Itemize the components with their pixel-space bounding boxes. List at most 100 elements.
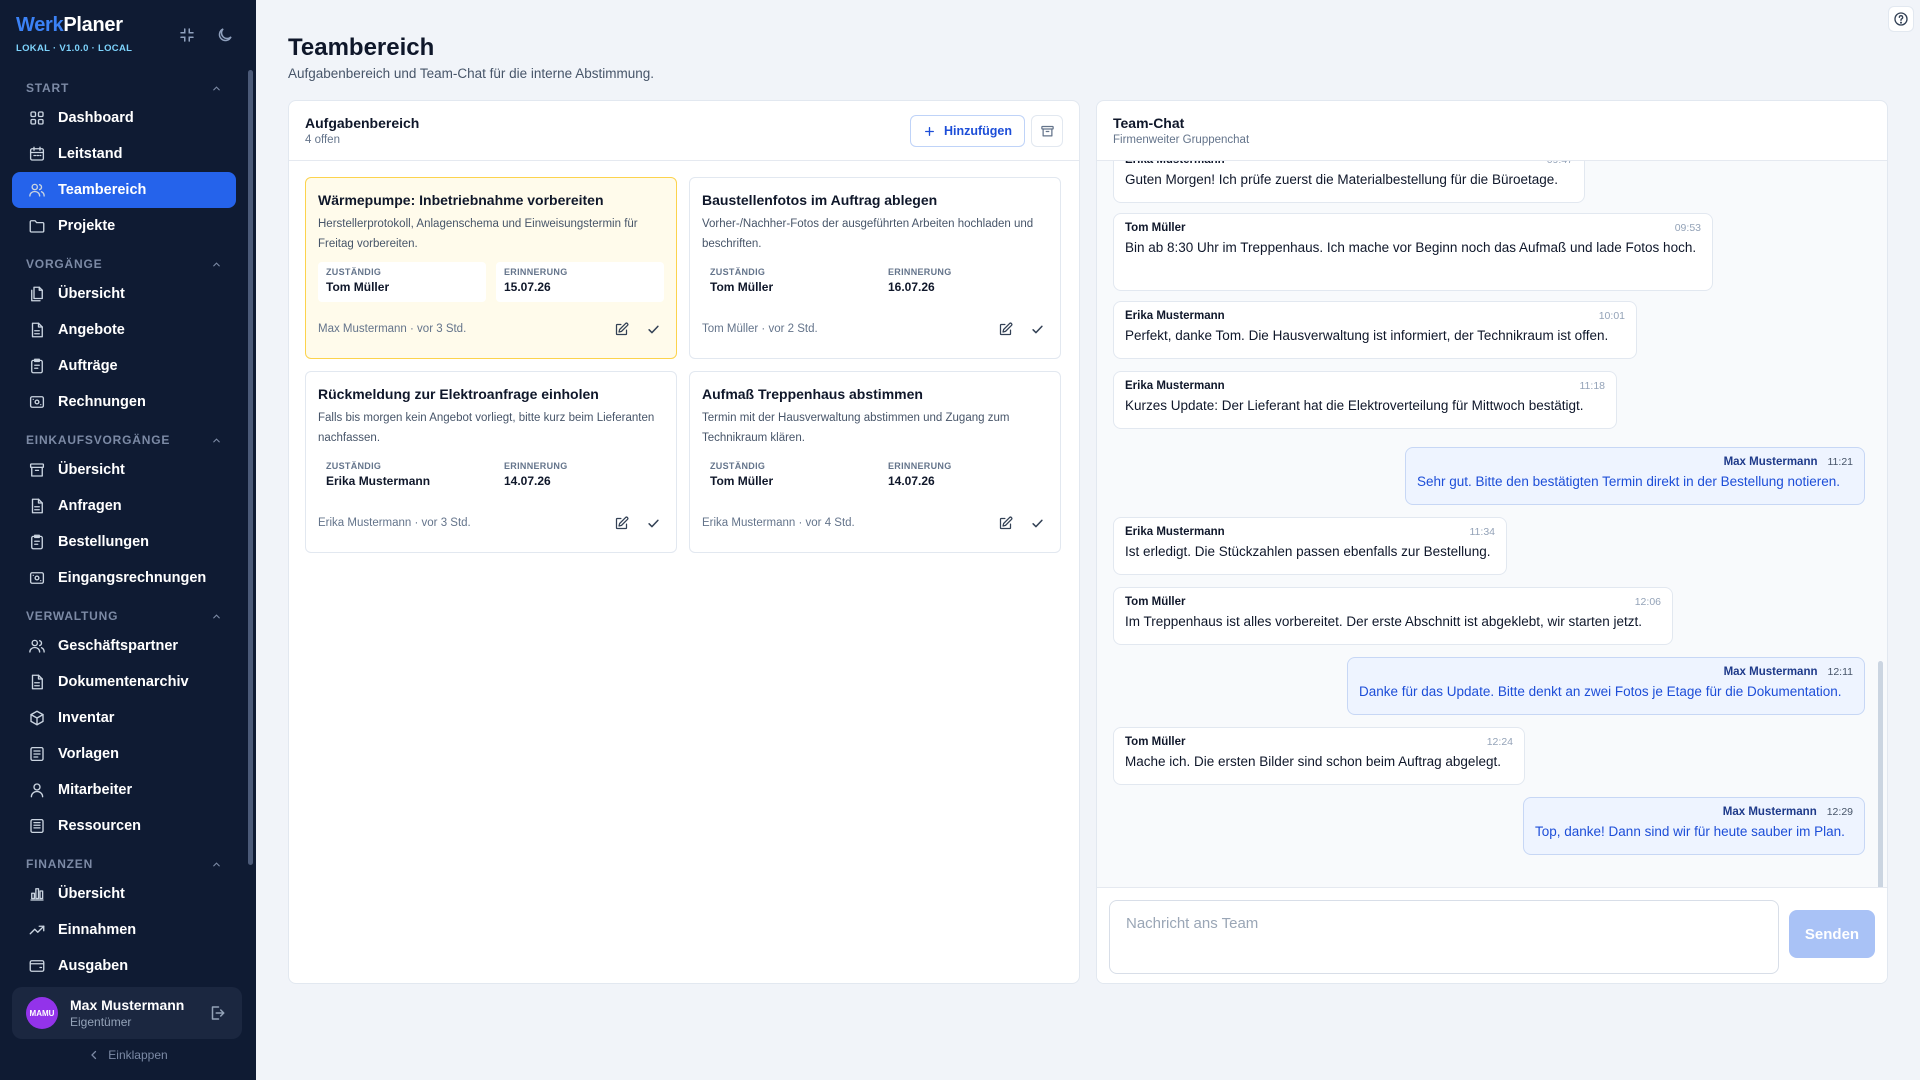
archive-button[interactable] [1031, 115, 1063, 147]
brand-logo[interactable]: WerkPlaner LOKAL · V1.0.0 · LOCAL [16, 14, 132, 54]
message-header: Erika Mustermann 10:01 [1125, 310, 1625, 322]
chat-message-input[interactable] [1109, 900, 1779, 974]
sidebar-item-ausgaben[interactable]: Ausgaben [12, 948, 236, 984]
chat-message-list[interactable]: Erika Mustermann 09:47 Guten Morgen! Ich p… [1097, 161, 1887, 887]
nav-section-title[interactable]: EINKAUFSVORGÄNGE [12, 428, 236, 452]
sidebar-item-label: Teambereich [58, 182, 147, 198]
sidebar-item-label: Geschäftspartner [58, 638, 179, 654]
add-task-button[interactable]: Hinzufügen [909, 115, 1025, 147]
user-name: Max Mustermann [70, 997, 185, 1013]
sidebar-item-eingangsrechnungen[interactable]: Eingangsrechnungen [12, 560, 236, 596]
sidebar-item-uebersicht[interactable]: Übersicht [12, 876, 236, 912]
clipboard-icon [28, 533, 46, 551]
chat-message: Erika Mustermann 09:47 Guten Morgen! Ich p… [1113, 161, 1585, 203]
chevron-up-icon[interactable] [211, 83, 222, 94]
nav-section-title[interactable]: START [12, 76, 236, 100]
sidebar-item-uebersicht[interactable]: Übersicht [12, 452, 236, 488]
sidebar-item-bestellungen[interactable]: Bestellungen [12, 524, 236, 560]
message-header: Erika Mustermann 09:47 [1125, 161, 1573, 166]
users-icon [28, 637, 46, 655]
chat-message-own: Max Mustermann 12:29 Top, danke! Dann sind… [1523, 797, 1865, 855]
task-footer: Tom Müller · vor 2 Std. [702, 318, 1048, 340]
check-icon[interactable] [1026, 512, 1048, 534]
send-button[interactable]: Senden [1789, 910, 1875, 958]
task-fields: ZUSTÄNDIG Tom Müller ERINNERUNG 16.07.26 [702, 262, 1048, 302]
edit-icon[interactable] [610, 512, 632, 534]
task-assignee-value: Tom Müller [326, 280, 390, 294]
chevron-up-icon[interactable] [211, 259, 222, 270]
edit-icon[interactable] [994, 318, 1016, 340]
template-icon [28, 745, 46, 763]
message-time: 11:21 [1827, 456, 1854, 468]
chat-composer: Senden [1097, 887, 1887, 983]
sidebar-item-geschaeftspartner[interactable]: Geschäftspartner [12, 628, 236, 664]
chevron-up-icon[interactable] [211, 435, 222, 446]
message-time: 10:01 [1598, 310, 1625, 322]
sidebar-item-auftraege[interactable]: Aufträge [12, 348, 236, 384]
task-card[interactable]: Aufmaß Treppenhaus abstimmen Termin mit d… [689, 371, 1061, 553]
resource-icon [28, 817, 46, 835]
chat-message: Tom Müller 12:24 Mache ich. Die ersten Bil… [1113, 727, 1525, 785]
message-author: Max Mustermann [1723, 666, 1818, 678]
sidebar-item-mitarbeiter[interactable]: Mitarbeiter [12, 772, 236, 808]
sidebar-item-einnahmen[interactable]: Einnahmen [12, 912, 236, 948]
nav-section-label: START [26, 81, 70, 95]
sidebar-item-rechnungen[interactable]: Rechnungen [12, 384, 236, 420]
collapse-sidebar-button[interactable]: Einklappen [0, 1048, 256, 1062]
message-text: Perfekt, danke Tom. Die Hausverwaltung i… [1125, 328, 1609, 343]
task-card[interactable]: Wärmepumpe: Inbetriebnahme vorbereiten He… [305, 177, 677, 359]
chevron-up-icon[interactable] [211, 611, 222, 622]
brand-name-accent: Werk [16, 14, 64, 36]
check-icon[interactable] [642, 512, 664, 534]
sidebar-item-leitstand[interactable]: Leitstand [12, 136, 236, 172]
sidebar-item-angebote[interactable]: Angebote [12, 312, 236, 348]
sidebar-item-teambereich[interactable]: Teambereich [12, 172, 236, 208]
task-card[interactable]: Rückmeldung zur Elektroanfrage einholen F… [305, 371, 677, 553]
compact-view-icon[interactable] [176, 24, 198, 46]
sidebar-item-uebersicht[interactable]: Übersicht [12, 276, 236, 312]
chevron-up-icon[interactable] [211, 859, 222, 870]
task-assignee-field: ZUSTÄNDIG Tom Müller [318, 262, 486, 302]
task-assignee-label: ZUSTÄNDIG [710, 267, 766, 277]
check-icon[interactable] [1026, 318, 1048, 340]
help-button[interactable] [1888, 6, 1914, 32]
logout-icon[interactable] [206, 1002, 228, 1024]
edit-icon[interactable] [610, 318, 632, 340]
sidebar-item-inventar[interactable]: Inventar [12, 700, 236, 736]
sidebar-item-vorlagen[interactable]: Vorlagen [12, 736, 236, 772]
sidebar-item-label: Ausgaben [58, 958, 129, 974]
chat-panel: Team-Chat Firmenweiter Gruppenchat Erika… [1096, 100, 1888, 984]
task-reminder-label: ERINNERUNG [888, 267, 952, 277]
plus-icon [924, 126, 934, 136]
chat-scrollbar[interactable] [1878, 661, 1883, 887]
sidebar-item-ressourcen[interactable]: Ressourcen [12, 808, 236, 844]
task-title: Rückmeldung zur Elektroanfrage einholen [318, 386, 599, 402]
nav-section-title[interactable]: VERWALTUNG [12, 604, 236, 628]
avatar: MAMU [26, 997, 58, 1029]
task-fields: ZUSTÄNDIG Erika Mustermann ERINNERUNG 14.07… [318, 456, 664, 496]
check-icon[interactable] [642, 318, 664, 340]
nav-section-title[interactable]: FINANZEN [12, 852, 236, 876]
sidebar-item-dokumentenarchiv[interactable]: Dokumentenarchiv [12, 664, 236, 700]
moon-icon[interactable] [214, 24, 236, 46]
user-card[interactable]: MAMU Max Mustermann Eigentümer [12, 987, 242, 1039]
message-header: Erika Mustermann 11:34 [1125, 526, 1495, 538]
task-card[interactable]: Baustellenfotos im Auftrag ablegen Vorher… [689, 177, 1061, 359]
edit-icon[interactable] [994, 512, 1016, 534]
message-text: Guten Morgen! Ich prüfe zuerst die Mater… [1125, 172, 1558, 187]
nav-section-title[interactable]: VORGÄNGE [12, 252, 236, 276]
chat-message-own: Max Mustermann 12:11 Danke für das Update.… [1347, 657, 1865, 715]
task-reminder-value: 14.07.26 [888, 474, 935, 488]
sidebar-item-projekte[interactable]: Projekte [12, 208, 236, 244]
message-author: Erika Mustermann [1125, 310, 1225, 322]
message-text: Ist erledigt. Die Stückzahlen passen ebe… [1125, 544, 1491, 559]
task-actions [610, 318, 664, 340]
app-version: LOKAL · V1.0.0 · LOCAL [16, 43, 133, 54]
chevron-left-icon [91, 1050, 97, 1060]
sidebar-item-anfragen[interactable]: Anfragen [12, 488, 236, 524]
sidebar-scrollbar[interactable] [248, 70, 253, 865]
sidebar-item-dashboard[interactable]: Dashboard [12, 100, 236, 136]
task-meta: Tom Müller · vor 2 Std. [702, 323, 818, 335]
sidebar-item-label: Dashboard [58, 110, 134, 126]
sidebar-item-label: Projekte [58, 218, 116, 234]
